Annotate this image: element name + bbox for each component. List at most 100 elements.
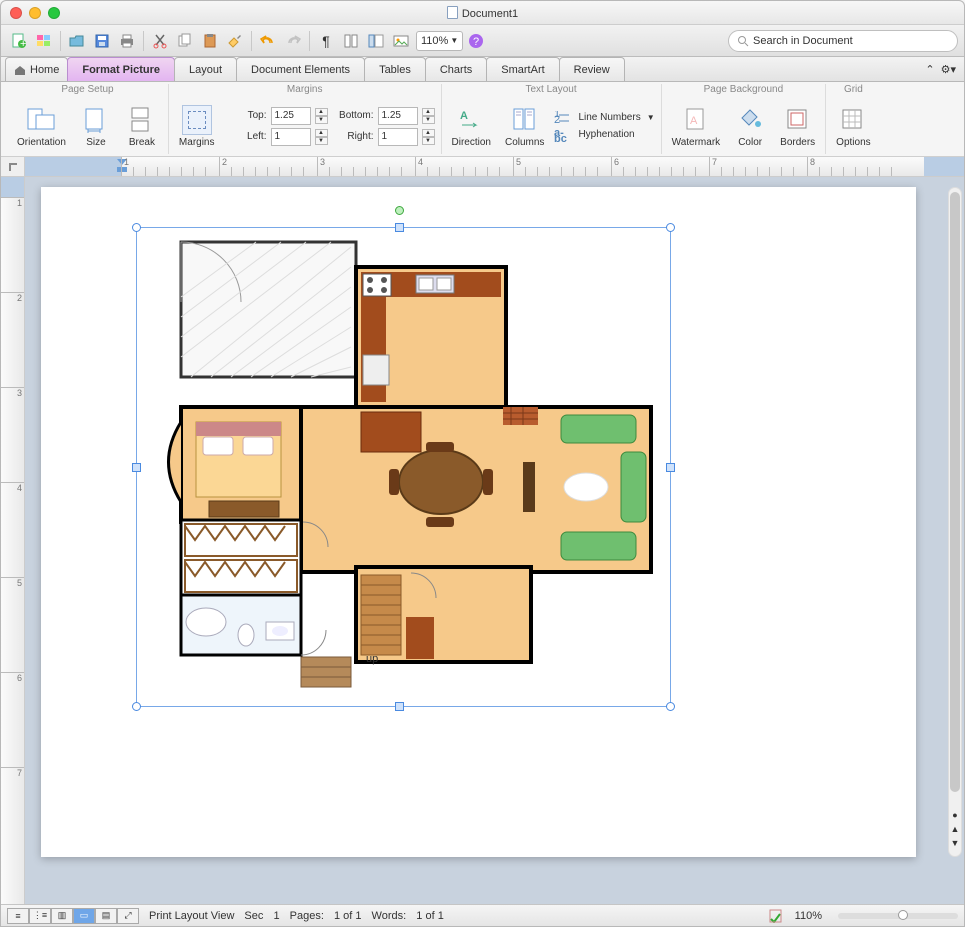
tab-review[interactable]: Review: [559, 57, 625, 81]
pilcrow-button[interactable]: ¶: [314, 29, 338, 53]
view-notebook-button[interactable]: ▤: [95, 908, 117, 924]
template-button[interactable]: [32, 29, 56, 53]
ribbon-options-button[interactable]: ⚙▾: [941, 63, 956, 76]
status-spellcheck-icon[interactable]: [769, 909, 785, 923]
collapse-ribbon-button[interactable]: ⌃: [925, 63, 934, 76]
tab-smartart[interactable]: SmartArt: [486, 57, 559, 81]
tab-home[interactable]: Home: [5, 57, 68, 81]
rotation-handle[interactable]: [395, 206, 404, 215]
group-text-layout: Text Layout ADirection Columns 12 Line N…: [442, 84, 662, 154]
left-margin-input[interactable]: [271, 128, 311, 146]
canvas[interactable]: up: [25, 177, 964, 904]
stairs-label: up: [366, 653, 378, 665]
tab-charts[interactable]: Charts: [425, 57, 487, 81]
print-button[interactable]: [115, 29, 139, 53]
status-zoom[interactable]: 110%: [795, 910, 822, 922]
undo-button[interactable]: [256, 29, 280, 53]
scroll-down-button[interactable]: ▼: [949, 838, 961, 848]
bottom-margin-input[interactable]: [378, 107, 418, 125]
tab-format-picture[interactable]: Format Picture: [67, 57, 175, 81]
open-button[interactable]: [65, 29, 89, 53]
status-words: Words: 1 of 1: [372, 910, 444, 922]
right-margin-spinner[interactable]: ▲▼: [422, 129, 435, 145]
direction-button[interactable]: ADirection: [448, 103, 495, 150]
resize-handle-sw[interactable]: [132, 702, 141, 711]
view-draft-button[interactable]: ≡: [7, 908, 29, 924]
separator: [143, 31, 144, 51]
view-outline-button[interactable]: ⋮≡: [29, 908, 51, 924]
break-button[interactable]: Break: [122, 103, 162, 150]
search-icon: [737, 35, 749, 47]
resize-handle-se[interactable]: [666, 702, 675, 711]
horizontal-ruler[interactable]: 12345678: [25, 157, 964, 176]
ribbon: Page Setup Orientation Size Break Margin…: [1, 82, 964, 157]
right-margin-label: Right:: [332, 131, 374, 142]
vertical-ruler[interactable]: 1234567: [1, 177, 25, 904]
resize-handle-s[interactable]: [395, 702, 404, 711]
titlebar: Document1: [1, 1, 964, 25]
cut-button[interactable]: [148, 29, 172, 53]
scrollbar-thumb[interactable]: [950, 192, 960, 792]
svg-text:A: A: [690, 115, 698, 127]
home-icon: [14, 64, 26, 76]
resize-handle-w[interactable]: [132, 463, 141, 472]
resize-handle-ne[interactable]: [666, 223, 675, 232]
vertical-scrollbar[interactable]: ▲ ▼ ●: [948, 187, 962, 857]
hyphenation-button[interactable]: a-bc Hyphenation: [554, 128, 654, 142]
save-button[interactable]: [90, 29, 114, 53]
search-placeholder: Search in Document: [753, 35, 853, 47]
tab-tables[interactable]: Tables: [364, 57, 426, 81]
view-print-layout-button[interactable]: ▭: [73, 908, 95, 924]
copy-button[interactable]: [173, 29, 197, 53]
zoom-slider[interactable]: [838, 913, 958, 919]
zoom-window-button[interactable]: [48, 7, 60, 19]
resize-handle-n[interactable]: [395, 223, 404, 232]
tab-document-elements[interactable]: Document Elements: [236, 57, 365, 81]
vruler-tick: 4: [1, 482, 24, 493]
margins-button[interactable]: Margins: [175, 103, 219, 150]
borders-button[interactable]: Borders: [776, 103, 819, 150]
zoom-slider-knob[interactable]: [898, 910, 908, 920]
gallery-button[interactable]: [389, 29, 413, 53]
zoom-dropdown[interactable]: 110%▼: [416, 31, 463, 51]
bottom-margin-spinner[interactable]: ▲▼: [422, 108, 435, 124]
redo-button[interactable]: [281, 29, 305, 53]
minimize-window-button[interactable]: [29, 7, 41, 19]
floorplan-image[interactable]: up: [151, 237, 656, 692]
size-button[interactable]: Size: [76, 103, 116, 150]
view-publishing-button[interactable]: ▥: [51, 908, 73, 924]
ribbon-tools: ⌃ ⚙▾: [917, 57, 964, 81]
status-section: Sec 1: [244, 910, 279, 922]
ruler-row: 12345678: [1, 157, 964, 177]
view-fullscreen-button[interactable]: ⤢: [117, 908, 139, 924]
line-numbers-button[interactable]: 12 Line Numbers▼: [554, 111, 654, 125]
right-margin-input[interactable]: [378, 128, 418, 146]
columns-button[interactable]: Columns: [501, 103, 548, 150]
top-margin-input[interactable]: [271, 107, 311, 125]
grid-options-button[interactable]: Options: [832, 103, 874, 150]
svg-text:+: +: [20, 38, 26, 49]
page-color-button[interactable]: Color: [730, 103, 770, 150]
separator: [309, 31, 310, 51]
search-field[interactable]: Search in Document: [728, 30, 958, 52]
orientation-button[interactable]: Orientation: [13, 103, 70, 150]
format-painter-button[interactable]: [223, 29, 247, 53]
left-margin-spinner[interactable]: ▲▼: [315, 129, 328, 145]
navigation-button[interactable]: [364, 29, 388, 53]
bottom-margin-label: Bottom:: [332, 110, 374, 121]
top-margin-spinner[interactable]: ▲▼: [315, 108, 328, 124]
close-window-button[interactable]: [10, 7, 22, 19]
ruler-corner[interactable]: [1, 157, 25, 176]
tab-layout[interactable]: Layout: [174, 57, 237, 81]
margins-icon: [182, 105, 212, 135]
watermark-button[interactable]: AWatermark: [668, 103, 725, 150]
scroll-up-button[interactable]: ▲: [949, 824, 961, 834]
resize-handle-nw[interactable]: [132, 223, 141, 232]
columns-icon-button[interactable]: [339, 29, 363, 53]
new-doc-button[interactable]: +: [7, 29, 31, 53]
ruler-tick: 6: [611, 157, 619, 176]
browse-object-button[interactable]: ●: [949, 810, 961, 820]
help-button[interactable]: ?: [464, 29, 488, 53]
paste-button[interactable]: [198, 29, 222, 53]
resize-handle-e[interactable]: [666, 463, 675, 472]
